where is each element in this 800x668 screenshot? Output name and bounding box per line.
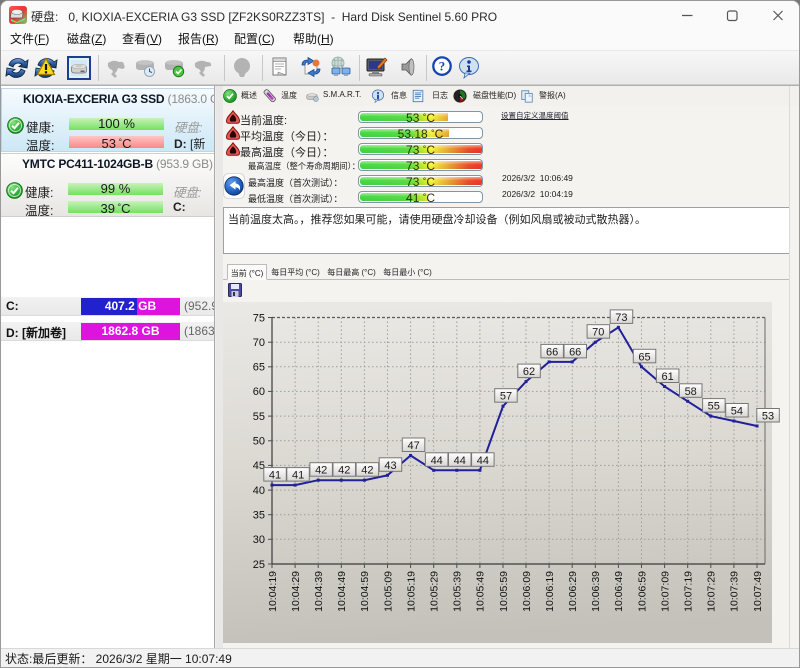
svg-text:61: 61 xyxy=(661,371,673,383)
svg-text:62: 62 xyxy=(523,366,535,378)
svg-text:10:05:29: 10:05:29 xyxy=(429,571,441,612)
svg-text:10:06:39: 10:06:39 xyxy=(590,571,602,612)
svg-text:42: 42 xyxy=(315,465,327,477)
svg-text:40: 40 xyxy=(253,485,265,497)
svg-text:53: 53 xyxy=(762,411,774,423)
svg-text:42: 42 xyxy=(361,465,373,477)
svg-text:70: 70 xyxy=(592,327,604,339)
svg-text:35: 35 xyxy=(253,510,265,522)
svg-text:10:06:49: 10:06:49 xyxy=(613,571,625,612)
svg-text:10:06:29: 10:06:29 xyxy=(567,571,579,612)
svg-text:10:07:39: 10:07:39 xyxy=(729,571,741,612)
svg-text:41: 41 xyxy=(269,470,281,482)
svg-text:44: 44 xyxy=(477,455,489,467)
svg-text:10:07:19: 10:07:19 xyxy=(683,571,695,612)
svg-text:10:05:49: 10:05:49 xyxy=(475,571,487,612)
svg-text:55: 55 xyxy=(253,411,265,423)
svg-text:66: 66 xyxy=(546,346,558,358)
svg-text:65: 65 xyxy=(253,362,265,374)
svg-text:10:04:49: 10:04:49 xyxy=(336,571,348,612)
svg-text:10:05:59: 10:05:59 xyxy=(498,571,510,612)
svg-text:75: 75 xyxy=(253,312,265,324)
svg-text:65: 65 xyxy=(638,351,650,363)
svg-text:10:04:39: 10:04:39 xyxy=(313,571,325,612)
svg-text:25: 25 xyxy=(253,559,265,571)
svg-text:57: 57 xyxy=(500,391,512,403)
svg-text:10:06:59: 10:06:59 xyxy=(636,571,648,612)
svg-text:10:07:49: 10:07:49 xyxy=(752,571,764,612)
svg-text:10:07:29: 10:07:29 xyxy=(706,571,718,612)
svg-text:66: 66 xyxy=(569,346,581,358)
svg-text:10:05:09: 10:05:09 xyxy=(382,571,394,612)
svg-text:58: 58 xyxy=(685,386,697,398)
svg-text:47: 47 xyxy=(407,440,419,452)
svg-text:10:05:19: 10:05:19 xyxy=(405,571,417,612)
svg-text:44: 44 xyxy=(431,455,443,467)
svg-text:41: 41 xyxy=(292,470,304,482)
svg-text:10:04:19: 10:04:19 xyxy=(267,571,279,612)
svg-text:?: ? xyxy=(439,60,445,74)
svg-text:10:04:29: 10:04:29 xyxy=(290,571,302,612)
svg-text:45: 45 xyxy=(253,460,265,472)
svg-text:10:04:59: 10:04:59 xyxy=(359,571,371,612)
svg-text:10:07:09: 10:07:09 xyxy=(659,571,671,612)
svg-text:55: 55 xyxy=(708,401,720,413)
svg-text:10:06:09: 10:06:09 xyxy=(521,571,533,612)
svg-text:73: 73 xyxy=(615,312,627,324)
svg-text:43: 43 xyxy=(384,460,396,472)
svg-text:60: 60 xyxy=(253,386,265,398)
svg-text:10:06:19: 10:06:19 xyxy=(544,571,556,612)
svg-text:50: 50 xyxy=(253,436,265,448)
svg-text:10:05:39: 10:05:39 xyxy=(452,571,464,612)
svg-text:54: 54 xyxy=(731,406,743,418)
svg-text:44: 44 xyxy=(454,455,466,467)
svg-text:70: 70 xyxy=(253,337,265,349)
svg-text:30: 30 xyxy=(253,534,265,546)
svg-text:42: 42 xyxy=(338,465,350,477)
